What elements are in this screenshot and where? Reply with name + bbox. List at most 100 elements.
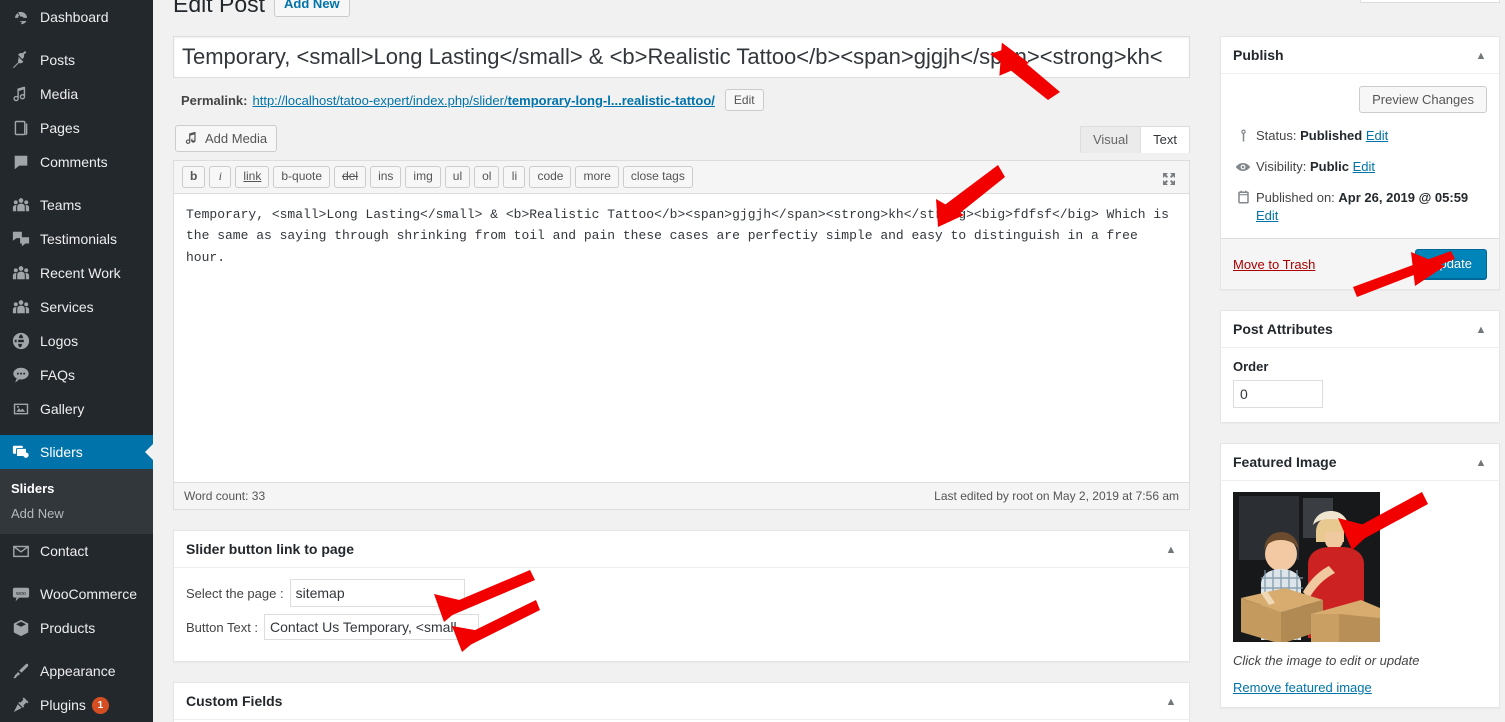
sidebar-item-comments[interactable]: Comments <box>0 145 153 179</box>
dashboard-icon <box>11 7 31 27</box>
sidebar-item-teams[interactable]: Teams <box>0 188 153 222</box>
quicktag-more[interactable]: more <box>575 166 619 188</box>
sidebar-item-label: Teams <box>40 197 82 213</box>
post-body-content: Permalink: http://localhost/tatoo-expert… <box>173 36 1190 722</box>
calendar-icon <box>1233 189 1253 205</box>
slider-metabox-header[interactable]: Slider button link to page ▲ <box>174 531 1189 568</box>
quicktag-code[interactable]: code <box>529 166 572 188</box>
add-media-button[interactable]: Add Media <box>175 125 278 152</box>
featured-image-thumbnail[interactable] <box>1233 492 1380 642</box>
menu-order-input[interactable] <box>1233 380 1323 408</box>
slider-button-link-metabox: Slider button link to page ▲ Select the … <box>173 530 1190 662</box>
page-title-row: Edit Post Add New <box>173 0 350 19</box>
sidebar-item-woocommerce[interactable]: woo WooCommerce <box>0 577 153 611</box>
sidebar-item-media[interactable]: Media <box>0 77 153 111</box>
featured-image-metabox: Featured Image ▲ Click the image to edit… <box>1220 443 1500 708</box>
sidebar-item-logos[interactable]: Logos <box>0 324 153 358</box>
sidebar-item-label: Comments <box>40 154 108 170</box>
post-attributes-metabox: Post Attributes ▲ Order <box>1220 310 1500 423</box>
sidebar-separator <box>0 645 153 654</box>
quicktag-close-tags[interactable]: close tags <box>622 166 693 188</box>
edit-status-link[interactable]: Edit <box>1366 128 1388 143</box>
quicktag-i[interactable]: i <box>209 166 232 188</box>
tab-text[interactable]: Text <box>1140 126 1190 153</box>
publish-header[interactable]: Publish ▲ <box>1221 37 1499 74</box>
quicktag-ul[interactable]: ul <box>444 166 471 188</box>
select-page-dropdown[interactable]: sitemap <box>289 579 465 607</box>
sidebar-item-recent-work[interactable]: Recent Work <box>0 256 153 290</box>
admin-sidebar: Dashboard Posts Media Pages Comments Teams Tes… <box>0 0 153 722</box>
add-new-button[interactable]: Add New <box>274 0 350 17</box>
post-title-input[interactable] <box>173 36 1190 78</box>
sidebar-item-sliders[interactable]: Sliders <box>0 435 153 469</box>
status-row: Status: Published Edit <box>1233 123 1487 154</box>
post-attributes-header[interactable]: Post Attributes ▲ <box>1221 311 1499 348</box>
custom-fields-title: Custom Fields <box>186 693 283 709</box>
tab-visual[interactable]: Visual <box>1079 126 1142 153</box>
preview-changes-button[interactable]: Preview Changes <box>1359 86 1487 113</box>
quicktag-b[interactable]: b <box>182 166 206 188</box>
button-text-row: Button Text : <box>186 614 1177 640</box>
featured-image-caption: Click the image to edit or update <box>1233 653 1420 668</box>
sidebar-item-appearance[interactable]: Appearance <box>0 654 153 688</box>
sidebar-item-posts[interactable]: Posts <box>0 43 153 77</box>
edit-published-link[interactable]: Edit <box>1256 208 1278 223</box>
svg-text:woo: woo <box>15 591 26 597</box>
post-content-textarea[interactable]: Temporary, <small>Long Lasting</small> &… <box>173 194 1190 483</box>
sidebar-item-gallery[interactable]: Gallery <box>0 392 153 426</box>
sidebar-item-products[interactable]: Products <box>0 611 153 645</box>
sidebar-item-plugins[interactable]: Plugins 1 <box>0 688 153 722</box>
custom-fields-metabox: Custom Fields ▲ <box>173 682 1190 722</box>
select-page-row: Select the page : sitemap <box>186 579 1177 607</box>
minor-publishing-actions: Preview Changes <box>1233 84 1487 123</box>
editor-mode-tabs: Visual Text <box>1079 126 1190 153</box>
word-count: Word count: 33 <box>184 489 266 503</box>
chevron-up-icon[interactable]: ▲ <box>1471 46 1491 66</box>
globe-icon <box>11 331 31 351</box>
sidebar-item-contact[interactable]: Contact <box>0 534 153 568</box>
sidebar-item-label: FAQs <box>40 367 76 383</box>
sidebar-item-faqs[interactable]: FAQs <box>0 358 153 392</box>
remove-featured-image-link[interactable]: Remove featured image <box>1233 680 1487 695</box>
products-icon <box>11 618 31 638</box>
chevron-up-icon[interactable]: ▲ <box>1161 540 1181 560</box>
status-value: Published <box>1300 128 1363 143</box>
sidebar-item-pages[interactable]: Pages <box>0 111 153 145</box>
post-attributes-inside: Order <box>1221 348 1499 422</box>
plug-icon <box>11 695 31 715</box>
featured-image-header[interactable]: Featured Image ▲ <box>1221 444 1499 481</box>
edit-visibility-link[interactable]: Edit <box>1353 159 1375 174</box>
chevron-up-icon[interactable]: ▲ <box>1471 453 1491 473</box>
sidebar-item-label: Services <box>40 299 94 315</box>
quicktag-b-quote[interactable]: b-quote <box>273 166 331 188</box>
custom-fields-header[interactable]: Custom Fields ▲ <box>174 683 1189 720</box>
publish-metabox: Publish ▲ Preview Changes Status: Publis… <box>1220 36 1500 290</box>
eye-icon <box>1233 158 1253 175</box>
sidebar-item-dashboard[interactable]: Dashboard <box>0 0 153 34</box>
quicktag-img[interactable]: img <box>405 166 441 188</box>
button-text-input[interactable] <box>264 614 480 640</box>
quicktag-li[interactable]: li <box>503 166 526 188</box>
post-editor: Add Media Visual Text b i link b-quote del ins… <box>173 125 1190 510</box>
page-title: Edit Post <box>173 0 266 17</box>
major-publishing-actions: Move to Trash Update <box>1221 238 1499 289</box>
visibility-label: Visibility: <box>1256 159 1307 174</box>
sidebar-subitem-sliders[interactable]: Sliders <box>0 476 153 501</box>
update-button[interactable]: Update <box>1415 249 1487 279</box>
sidebar-item-testimonials[interactable]: Testimonials <box>0 222 153 256</box>
quicktag-del[interactable]: del <box>334 166 367 188</box>
sidebar-subitem-add-new[interactable]: Add New <box>0 501 153 526</box>
post-attributes-title: Post Attributes <box>1233 321 1333 337</box>
move-to-trash-link[interactable]: Move to Trash <box>1233 257 1315 272</box>
sidebar-item-services[interactable]: Services <box>0 290 153 324</box>
chevron-up-icon[interactable]: ▲ <box>1471 320 1491 340</box>
quicktag-ins[interactable]: ins <box>370 166 402 188</box>
quicktag-ol[interactable]: ol <box>474 166 500 188</box>
chevron-up-icon[interactable]: ▲ <box>1161 692 1181 712</box>
pages-icon <box>11 118 31 138</box>
quicktag-link[interactable]: link <box>235 166 270 188</box>
edit-permalink-button[interactable]: Edit <box>724 89 764 111</box>
fullscreen-icon[interactable] <box>1159 169 1179 189</box>
permalink-link[interactable]: http://localhost/tatoo-expert/index.php/… <box>252 93 714 108</box>
testimonials-icon <box>11 229 31 249</box>
